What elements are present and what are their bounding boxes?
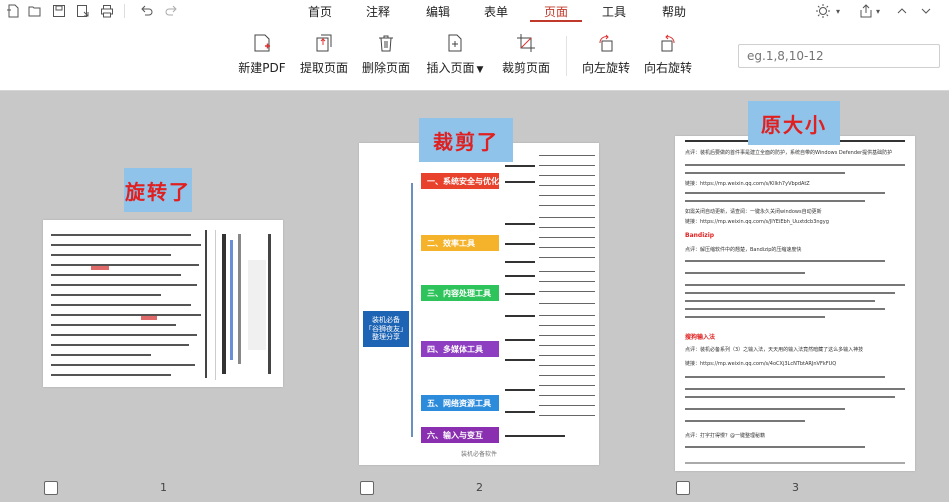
page2-footer: 装机必备软件 (460, 451, 497, 458)
rotated-text-block (51, 230, 201, 380)
new-pdf-label: 新建PDF (238, 61, 286, 75)
rotate-right-label: 向右旋转 (643, 61, 692, 75)
branch-security: 一、系统安全与优化 (421, 173, 499, 189)
new-pdf-button[interactable]: 新建PDF (236, 33, 288, 83)
share-icon[interactable] (858, 3, 874, 19)
rotate-right-button[interactable]: 向右旋转 (640, 33, 696, 83)
undo-icon[interactable] (138, 3, 156, 19)
share-dropdown-icon[interactable]: ▾ (876, 3, 880, 19)
crop-page-icon (517, 34, 535, 52)
branch-content: 三、内容处理工具 (421, 285, 499, 301)
insert-page-label: 插入页面 (426, 61, 475, 75)
page3-line-3: 链接：https://mp.weixin.qq.com/s/JIYEiEbh_U… (685, 219, 829, 225)
collapse-up-icon[interactable] (896, 3, 908, 19)
theme-icon[interactable] (815, 3, 831, 19)
page3-section-1: Bandizip (685, 232, 715, 239)
print-icon[interactable] (98, 3, 116, 19)
insert-page-button[interactable]: 插入页面 ▼ (422, 33, 488, 83)
menu-annotate[interactable]: 注释 (358, 0, 398, 22)
page3-line-6: 链接：https://mp.weixin.qq.com/s/4oCXj3LcNT… (685, 361, 837, 367)
menu-form[interactable]: 表单 (476, 0, 516, 22)
page3-line-1: 链接：https://mp.weixin.qq.com/s/Kllkh7yVbp… (685, 181, 810, 187)
open-icon[interactable] (26, 3, 44, 19)
delete-pages-icon (379, 35, 393, 52)
toolbar-divider (566, 36, 567, 76)
crop-page-label: 裁剪页面 (501, 61, 550, 75)
crop-page-button[interactable]: 裁剪页面 (498, 33, 554, 83)
new-pdf-icon (254, 34, 270, 52)
save-as-icon[interactable] (74, 3, 92, 19)
extract-pages-button[interactable]: 提取页面 (296, 33, 352, 83)
extract-pages-icon (316, 34, 332, 52)
save-icon[interactable] (50, 3, 68, 19)
insert-page-icon (448, 34, 462, 52)
mindmap-center-node: 装机必备 「谷狮夜友」 整理分享 (363, 311, 409, 347)
rotate-right-icon (661, 34, 675, 52)
extract-pages-label: 提取页面 (299, 61, 348, 75)
page-3-badge: 原大小 (748, 101, 840, 145)
divider (124, 4, 125, 18)
menu-help[interactable]: 帮助 (654, 0, 694, 22)
page3-section-2: 搜狗输入法 (685, 334, 716, 341)
insert-page-dropdown-icon: ▼ (476, 65, 484, 75)
page3-line-0: 点评：装机后要做的首件事是建立全面的防护，系统自带的Windows Defend… (685, 150, 893, 156)
page3-line-4: 点评：解压缩软件中的翘楚，Bandizip的压缩速度快 (685, 247, 802, 253)
page-thumbnail-3[interactable]: 点评：装机后要做的首件事是建立全面的防护，系统自带的Windows Defend… (675, 136, 915, 471)
branch-network: 五、网络资源工具 (421, 395, 499, 411)
branch-efficiency: 二、效率工具 (421, 235, 499, 251)
page-1-badge: 旋转了 (124, 168, 192, 212)
rotated-header-block (215, 230, 276, 380)
delete-pages-button[interactable]: 删除页面 (358, 33, 414, 83)
page-3-checkbox[interactable] (676, 481, 690, 495)
branch-multimedia: 四、多媒体工具 (421, 341, 499, 357)
page-1-number: 1 (160, 481, 167, 494)
page3-line-5: 点评：装机必备系列（3）之输入法，天天用的输入法竟然暗藏了这么多输入神技 (685, 347, 864, 353)
delete-pages-label: 删除页面 (361, 61, 410, 75)
page-2-checkbox[interactable] (360, 481, 374, 495)
rotate-left-icon (599, 34, 613, 52)
page-range-input[interactable] (738, 44, 940, 68)
branch-input: 六、输入与变互 (421, 427, 499, 443)
redo-icon[interactable] (162, 3, 180, 19)
menu-edit[interactable]: 编辑 (418, 0, 458, 22)
page3-line-2: 如需关闭自动更新，请查阅：一键永久关闭windows自动更新 (685, 209, 822, 215)
page-3-number: 3 (792, 481, 799, 494)
collapse-down-icon[interactable] (920, 3, 932, 19)
new-icon[interactable] (4, 3, 22, 19)
page-2-number: 2 (476, 481, 483, 494)
page-1-checkbox[interactable] (44, 481, 58, 495)
page-2-badge: 裁剪了 (419, 118, 513, 162)
menu-tools[interactable]: 工具 (594, 0, 634, 22)
page-thumbnail-2[interactable]: 装机必备 「谷狮夜友」 整理分享 一、系统安全与优化 二、效率工具 三、内容处理… (359, 143, 599, 465)
rotate-left-label: 向左旋转 (581, 61, 630, 75)
rotate-left-button[interactable]: 向左旋转 (578, 33, 634, 83)
menu-home[interactable]: 首页 (300, 0, 340, 22)
theme-dropdown-icon[interactable]: ▾ (836, 3, 840, 19)
active-tab-indicator (530, 20, 582, 22)
page-thumbnail-1[interactable] (43, 220, 283, 387)
top-ribbon: 首页 注释 编辑 表单 页面 工具 帮助 ▾ ▾ 新建PDF 提取页面 删除页面… (0, 0, 949, 91)
menu-page[interactable]: 页面 (536, 0, 576, 22)
page3-line-7: 点评：打字打得慢？@一键整理秘籍 (685, 433, 766, 439)
